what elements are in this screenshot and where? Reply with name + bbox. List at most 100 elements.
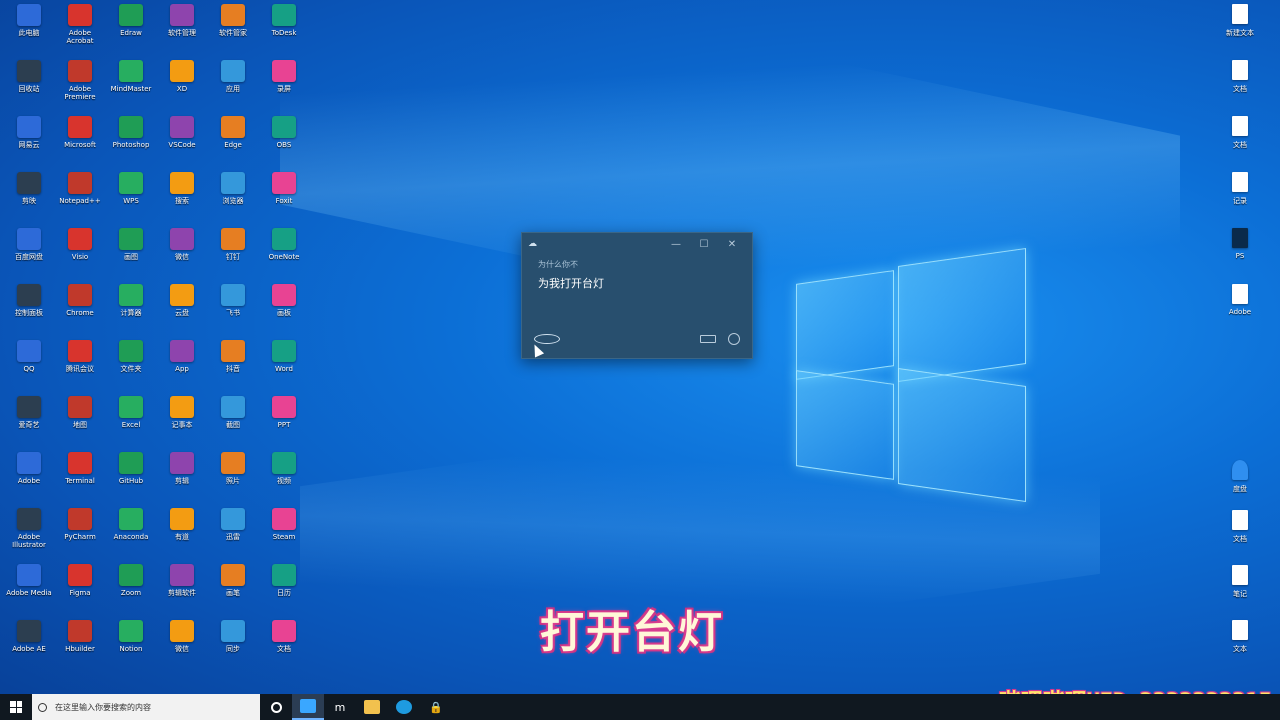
desktop-icon[interactable]: 记录 bbox=[1215, 172, 1265, 222]
desktop-icon[interactable]: 截图 bbox=[208, 396, 258, 450]
desktop-icon[interactable]: 爱奇艺 bbox=[4, 396, 54, 450]
desktop-icon[interactable]: Terminal bbox=[55, 452, 105, 506]
desktop-icon[interactable]: 画图 bbox=[106, 228, 156, 282]
desktop-icon[interactable]: 云盘 bbox=[157, 284, 207, 338]
desktop-icon[interactable]: 网易云 bbox=[4, 116, 54, 170]
start-button[interactable] bbox=[0, 694, 32, 720]
desktop-icon[interactable]: Foxit bbox=[259, 172, 309, 226]
desktop-icon[interactable]: 腾讯会议 bbox=[55, 340, 105, 394]
desktop-icon[interactable]: 新建文本 bbox=[1215, 4, 1265, 54]
desktop-icon[interactable]: 剪映 bbox=[4, 172, 54, 226]
desktop-icon[interactable]: 百度网盘 bbox=[4, 228, 54, 282]
video-subtitle: 打开台灯 bbox=[540, 607, 724, 658]
desktop-icon[interactable]: 抖音 bbox=[208, 340, 258, 394]
desktop-icon[interactable]: 软件管理 bbox=[157, 4, 207, 58]
desktop-icon[interactable]: 应用 bbox=[208, 60, 258, 114]
voice-assistant-dialog[interactable]: ☁ — ☐ ✕ 为什么你不 为我打开台灯 bbox=[521, 232, 753, 359]
cortana-button[interactable] bbox=[260, 694, 292, 720]
desktop-icon[interactable]: 剪辑 bbox=[157, 452, 207, 506]
desktop-icon[interactable]: Adobe AE bbox=[4, 620, 54, 674]
desktop-icon[interactable]: Adobe Acrobat bbox=[55, 4, 105, 58]
desktop-icon[interactable]: 照片 bbox=[208, 452, 258, 506]
desktop-icon[interactable]: Steam bbox=[259, 508, 309, 562]
desktop-icon[interactable]: VSCode bbox=[157, 116, 207, 170]
close-button[interactable]: ✕ bbox=[718, 239, 746, 250]
desktop-icon[interactable]: Excel bbox=[106, 396, 156, 450]
taskbar-app-edge[interactable] bbox=[388, 694, 420, 720]
keyboard-icon[interactable] bbox=[700, 335, 716, 343]
desktop-icon[interactable]: 文档 bbox=[1215, 60, 1265, 110]
desktop-icon[interactable]: OneNote bbox=[259, 228, 309, 282]
maximize-button[interactable]: ☐ bbox=[690, 239, 718, 250]
desktop-icon[interactable]: 同步 bbox=[208, 620, 258, 674]
settings-icon[interactable] bbox=[728, 333, 740, 345]
desktop-icon[interactable]: Word bbox=[259, 340, 309, 394]
minimize-button[interactable]: — bbox=[662, 239, 690, 250]
dialog-titlebar[interactable]: ☁ — ☐ ✕ bbox=[522, 233, 752, 255]
desktop-icon[interactable]: 文本 bbox=[1215, 620, 1265, 670]
desktop-icon[interactable]: 地图 bbox=[55, 396, 105, 450]
desktop-icon[interactable]: QQ bbox=[4, 340, 54, 394]
desktop-icon[interactable]: 笔记 bbox=[1215, 565, 1265, 615]
desktop-icon[interactable]: Zoom bbox=[106, 564, 156, 618]
desktop-icon[interactable]: 视频 bbox=[259, 452, 309, 506]
desktop-icon[interactable]: 微信 bbox=[157, 228, 207, 282]
desktop-icon[interactable]: Edraw bbox=[106, 4, 156, 58]
desktop-icon[interactable]: 文档 bbox=[1215, 510, 1265, 560]
desktop-icon[interactable]: 文件夹 bbox=[106, 340, 156, 394]
desktop-icon[interactable]: 搜索 bbox=[157, 172, 207, 226]
taskbar-app-active[interactable] bbox=[292, 694, 324, 720]
desktop-icon[interactable]: 微信 bbox=[157, 620, 207, 674]
app-icon bbox=[119, 396, 143, 418]
desktop-icon[interactable]: 迅雷 bbox=[208, 508, 258, 562]
desktop-icon[interactable]: 文档 bbox=[259, 620, 309, 674]
desktop-icon[interactable]: Edge bbox=[208, 116, 258, 170]
desktop-icon[interactable]: Photoshop bbox=[106, 116, 156, 170]
desktop-icon[interactable]: 日历 bbox=[259, 564, 309, 618]
desktop-icon[interactable]: 飞书 bbox=[208, 284, 258, 338]
desktop-icon[interactable]: PS bbox=[1215, 228, 1265, 278]
desktop-icon[interactable]: WPS bbox=[106, 172, 156, 226]
desktop-icon[interactable]: App bbox=[157, 340, 207, 394]
desktop-icon[interactable]: 计算器 bbox=[106, 284, 156, 338]
desktop-icon[interactable]: 度盘 bbox=[1215, 460, 1265, 510]
desktop-icon[interactable]: PyCharm bbox=[55, 508, 105, 562]
desktop-icon[interactable]: ToDesk bbox=[259, 4, 309, 58]
desktop-icon[interactable]: Adobe bbox=[4, 452, 54, 506]
cortana-icon bbox=[270, 701, 282, 713]
desktop-icon[interactable]: 控制面板 bbox=[4, 284, 54, 338]
desktop-icon[interactable]: 浏览器 bbox=[208, 172, 258, 226]
desktop-icon[interactable]: Adobe Premiere bbox=[55, 60, 105, 114]
desktop-icon[interactable]: 钉钉 bbox=[208, 228, 258, 282]
taskbar-app-store[interactable]: 🔒 bbox=[420, 694, 452, 720]
desktop-icon[interactable]: 软件管家 bbox=[208, 4, 258, 58]
taskbar-search[interactable]: 在这里输入你要搜索的内容 bbox=[32, 694, 260, 720]
desktop-icon[interactable]: Notion bbox=[106, 620, 156, 674]
desktop-icon[interactable]: XD bbox=[157, 60, 207, 114]
desktop-icon[interactable]: PPT bbox=[259, 396, 309, 450]
desktop-icon[interactable]: Notepad++ bbox=[55, 172, 105, 226]
desktop-icon[interactable]: 回收站 bbox=[4, 60, 54, 114]
desktop-icon[interactable]: MindMaster bbox=[106, 60, 156, 114]
desktop-icon[interactable]: Adobe bbox=[1215, 284, 1265, 334]
desktop-icon[interactable]: Figma bbox=[55, 564, 105, 618]
desktop-icon[interactable]: OBS bbox=[259, 116, 309, 170]
desktop-icon[interactable]: 录屏 bbox=[259, 60, 309, 114]
desktop-icon[interactable]: Adobe Illustrator bbox=[4, 508, 54, 562]
desktop-icon[interactable]: Visio bbox=[55, 228, 105, 282]
desktop-icon[interactable]: 画笔 bbox=[208, 564, 258, 618]
desktop-icon[interactable]: Hbuilder bbox=[55, 620, 105, 674]
taskbar-app-explorer[interactable] bbox=[356, 694, 388, 720]
desktop-icon[interactable]: 有道 bbox=[157, 508, 207, 562]
desktop-icon[interactable]: 画板 bbox=[259, 284, 309, 338]
desktop-icon[interactable]: GitHub bbox=[106, 452, 156, 506]
desktop-icon[interactable]: 记事本 bbox=[157, 396, 207, 450]
desktop-icon[interactable]: 此电脑 bbox=[4, 4, 54, 58]
desktop-icon[interactable]: Anaconda bbox=[106, 508, 156, 562]
taskbar-app-mail[interactable]: m bbox=[324, 694, 356, 720]
desktop-icon[interactable]: Microsoft bbox=[55, 116, 105, 170]
desktop-icon[interactable]: 文档 bbox=[1215, 116, 1265, 166]
desktop-icon[interactable]: 剪辑软件 bbox=[157, 564, 207, 618]
desktop-icon[interactable]: Chrome bbox=[55, 284, 105, 338]
desktop-icon[interactable]: Adobe Media bbox=[4, 564, 54, 618]
